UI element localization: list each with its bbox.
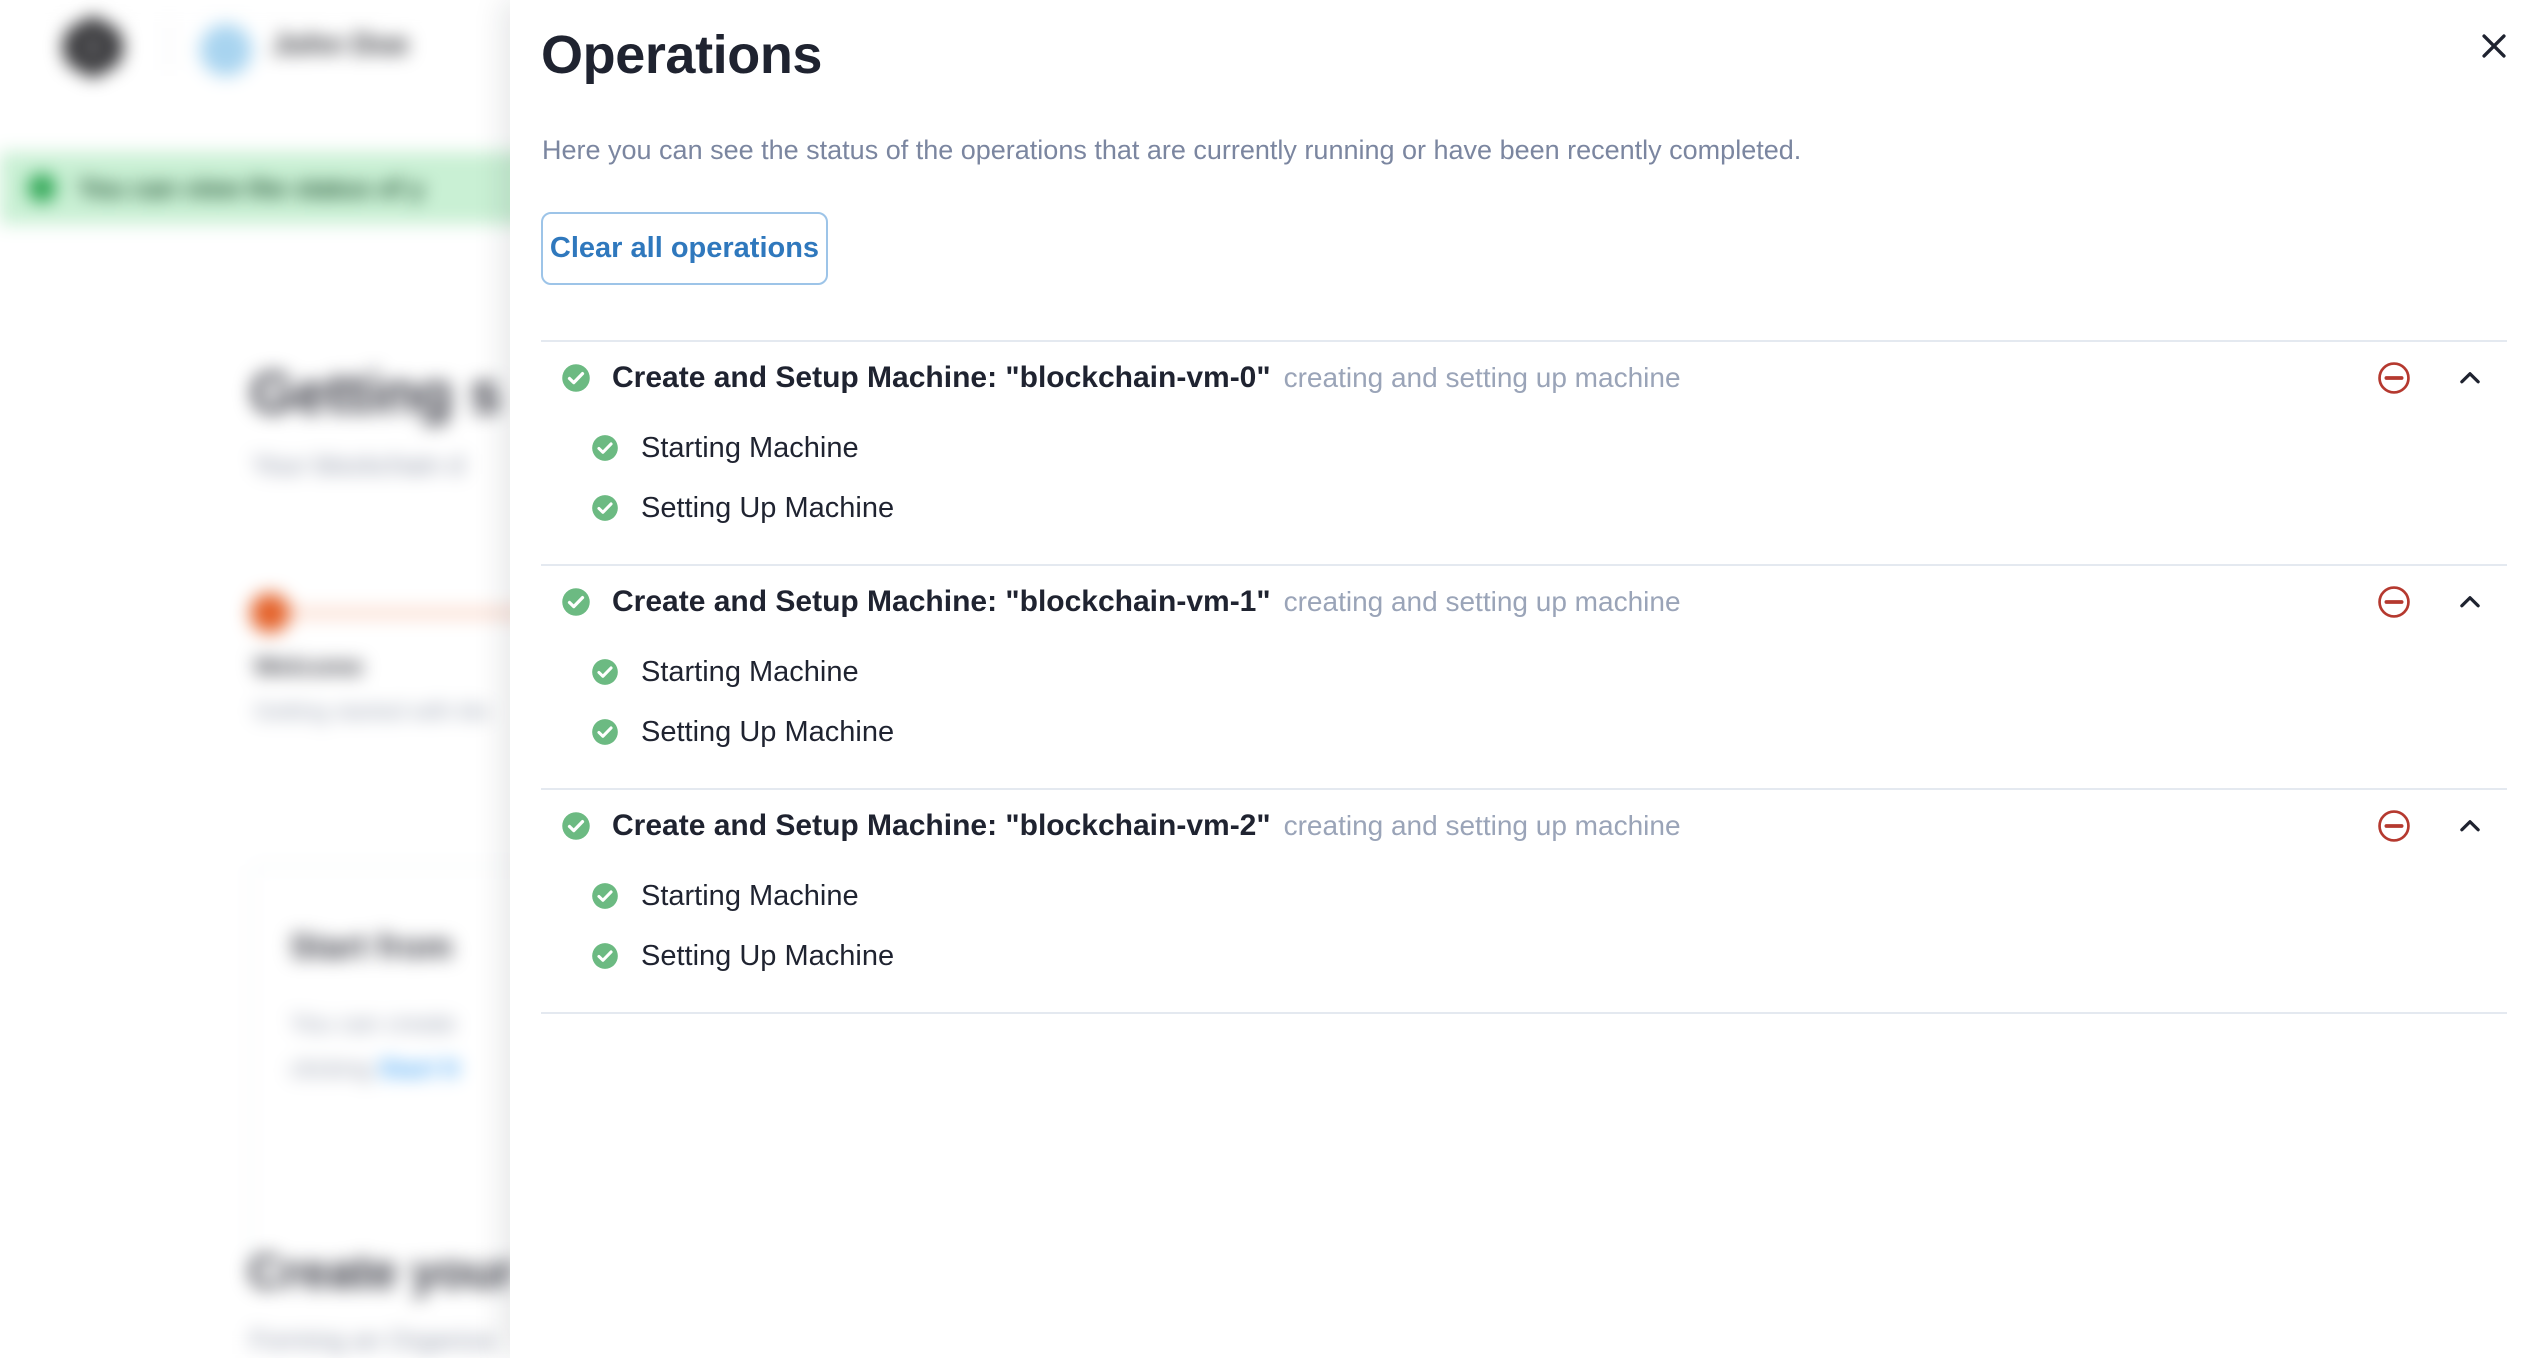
check-circle-icon [592, 719, 618, 745]
operation-steps: Starting Machine Setting Up Machine [541, 638, 2507, 788]
operation-steps: Starting Machine Setting Up Machine [541, 414, 2507, 564]
banner-status-dot-icon [28, 174, 56, 202]
progress-step-sub: Getting started with blo [254, 698, 490, 724]
operation-description: creating and setting up machine [1283, 586, 1681, 617]
operations-drawer: Operations Here you can see the status o… [510, 0, 2538, 1358]
operation-header[interactable]: Create and Setup Machine: "blockchain-vm… [541, 790, 2507, 862]
app-logo-inner-icon [78, 32, 108, 62]
page-subtitle: Here you can see the status of the opera… [542, 135, 1802, 165]
operation-steps: Starting Machine Setting Up Machine [541, 862, 2507, 1012]
operation-step-label: Starting Machine [641, 655, 859, 688]
progress-step-label: Welcome [254, 653, 364, 681]
operation-title: Create and Setup Machine: "blockchain-vm… [612, 809, 1271, 842]
background-page: John Doe You can view the status of y Ge… [0, 0, 540, 1358]
section2-heading: Create your O [248, 1246, 540, 1299]
card-body-line1: You can create [290, 1010, 456, 1038]
operation-header[interactable]: Create and Setup Machine: "blockchain-vm… [541, 342, 2507, 414]
check-circle-icon [592, 659, 618, 685]
page-title: Getting s [250, 361, 502, 426]
operation-group: Create and Setup Machine: "blockchain-vm… [541, 340, 2507, 564]
operation-step-label: Setting Up Machine [641, 939, 895, 972]
operation-actions [2369, 790, 2495, 862]
minus-circle-icon[interactable] [2369, 353, 2419, 403]
page-title: Operations [541, 25, 823, 85]
card-body-prefix: clicking [290, 1055, 379, 1083]
operation-step: Setting Up Machine [591, 710, 2507, 754]
operation-header[interactable]: Create and Setup Machine: "blockchain-vm… [541, 566, 2507, 638]
chevron-up-icon[interactable] [2445, 801, 2495, 851]
chevron-up-icon[interactable] [2445, 577, 2495, 627]
operation-step: Starting Machine [591, 426, 2507, 470]
operation-step: Setting Up Machine [591, 934, 2507, 978]
user-name: John Doe [272, 28, 409, 61]
minus-circle-icon[interactable] [2369, 577, 2419, 627]
clear-all-operations-button[interactable]: Clear all operations [541, 212, 828, 285]
operation-step-label: Setting Up Machine [641, 491, 895, 524]
operation-step: Starting Machine [591, 874, 2507, 918]
close-icon[interactable] [2462, 14, 2526, 78]
operation-step: Starting Machine [591, 650, 2507, 694]
card-title: Start from [290, 928, 453, 966]
operation-title: Create and Setup Machine: "blockchain-vm… [612, 585, 1271, 618]
operations-list: Create and Setup Machine: "blockchain-vm… [541, 340, 2507, 1014]
check-circle-icon [562, 364, 590, 392]
chevron-up-icon[interactable] [2445, 353, 2495, 403]
progress-dot-icon [250, 593, 290, 633]
operation-group: Create and Setup Machine: "blockchain-vm… [541, 564, 2507, 788]
minus-circle-icon[interactable] [2369, 801, 2419, 851]
progress-track [260, 608, 540, 618]
check-circle-icon [592, 435, 618, 461]
check-circle-icon [592, 883, 618, 909]
operation-actions [2369, 342, 2495, 414]
check-circle-icon [562, 588, 590, 616]
operation-title: Create and Setup Machine: "blockchain-vm… [612, 361, 1271, 394]
card-body-link: Start fr [378, 1055, 461, 1083]
app-root: John Doe You can view the status of y Ge… [0, 0, 2538, 1358]
operation-description: creating and setting up machine [1283, 810, 1681, 841]
banner-text: You can view the status of y [78, 172, 425, 203]
section2-sub: Forming an Organiza [250, 1325, 495, 1355]
operation-group: Create and Setup Machine: "blockchain-vm… [541, 788, 2507, 1014]
operation-step-label: Setting Up Machine [641, 715, 895, 748]
operation-actions [2369, 566, 2495, 638]
avatar [200, 24, 252, 76]
check-circle-icon [592, 495, 618, 521]
operation-description: creating and setting up machine [1283, 362, 1681, 393]
check-circle-icon [592, 943, 618, 969]
card-body-line2: clicking Start fr [290, 1055, 461, 1084]
operation-step-label: Starting Machine [641, 879, 859, 912]
operation-step: Setting Up Machine [591, 486, 2507, 530]
operation-step-label: Starting Machine [641, 431, 859, 464]
info-banner: You can view the status of y [0, 152, 540, 224]
check-circle-icon [562, 812, 590, 840]
topbar-divider [168, 22, 170, 70]
page-subtitle: Your blockchain d [252, 450, 465, 480]
